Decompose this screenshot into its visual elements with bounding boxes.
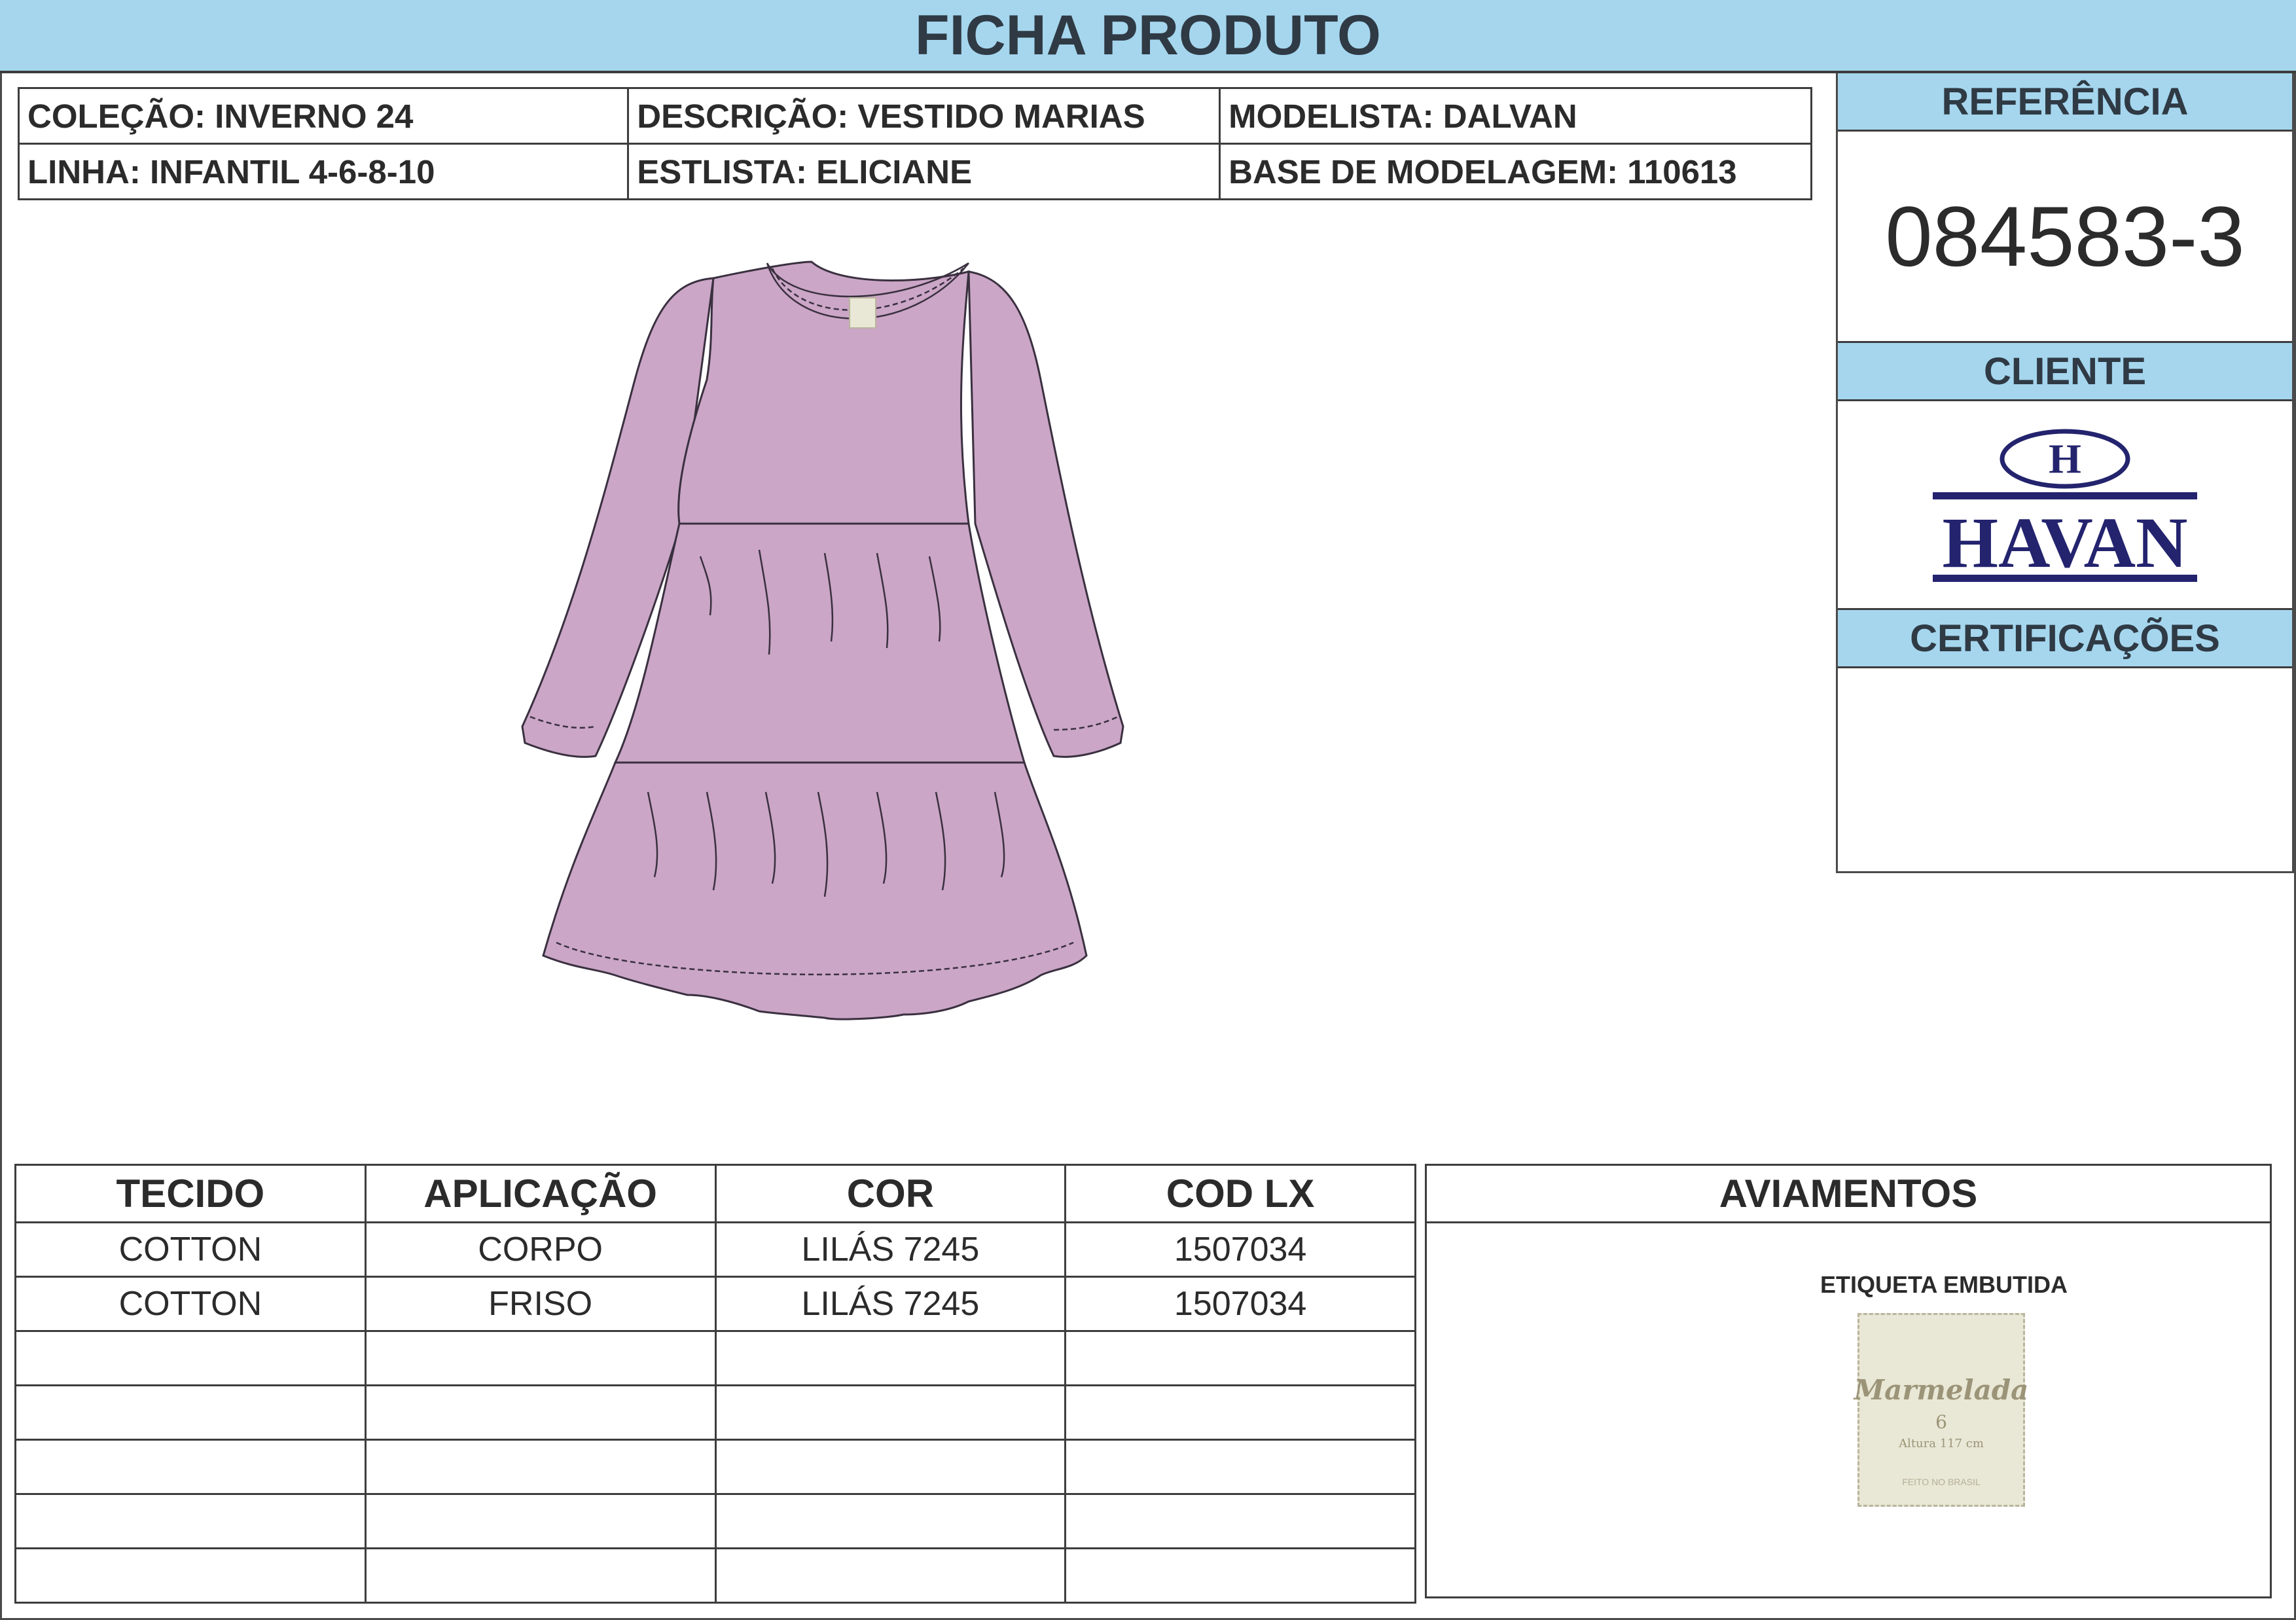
tecido-cell: COTTON [14, 1221, 367, 1278]
table-row [14, 1493, 1416, 1549]
descricao-cell: DESCRIÇÃO: VESTIDO MARIAS [627, 87, 1221, 145]
col-tecido: TECIDO [14, 1164, 367, 1223]
estilista-cell: ESTLISTA: ELICIANE [627, 143, 1221, 200]
cor-cell: LILÁS 7245 [714, 1221, 1067, 1278]
empty-cell [1064, 1439, 1416, 1495]
empty-cell [14, 1384, 367, 1441]
empty-cell [714, 1547, 1067, 1604]
empty-cell [714, 1330, 1067, 1386]
empty-cell [714, 1384, 1067, 1441]
aplicacao-cell: CORPO [364, 1221, 717, 1278]
empty-cell [14, 1330, 367, 1386]
fabric-table: TECIDO APLICAÇÃO COR COD LX COTTON CORPO… [14, 1164, 1416, 1604]
empty-cell [1064, 1547, 1416, 1604]
tag-height: Altura 117 cm [1899, 1437, 1984, 1450]
side-panel: REFERÊNCIA 084583-3 CLIENTE H HAVAN CERT… [1836, 73, 2294, 873]
page-title: FICHA PRODUTO [0, 0, 2296, 73]
aviamentos-header: AVIAMENTOS [1427, 1166, 2270, 1223]
tag-size: 6 [1935, 1411, 1947, 1433]
table-row: COTTON FRISO LILÁS 7245 1507034 [14, 1276, 1416, 1332]
tag-made-in: FEITO NO BRASIL [1902, 1477, 1981, 1487]
col-cod-lx: COD LX [1064, 1164, 1416, 1223]
empty-cell [364, 1547, 717, 1604]
certificacoes-body [1838, 668, 2292, 878]
base-modelagem-cell: BASE DE MODELAGEM: 110613 [1219, 143, 1812, 200]
referencia-value: 084583-3 [1885, 189, 2245, 284]
colecao-cell: COLEÇÃO: INVERNO 24 [17, 87, 630, 145]
empty-cell [14, 1439, 367, 1495]
empty-cell [364, 1493, 717, 1549]
cod-lx-cell: 1507034 [1064, 1276, 1416, 1332]
empty-cell [364, 1384, 717, 1441]
empty-cell [364, 1439, 717, 1495]
certificacoes-header: CERTIFICAÇÕES [1838, 608, 2292, 668]
empty-cell [1064, 1384, 1416, 1441]
table-row [14, 1384, 1416, 1441]
table-row [14, 1547, 1416, 1604]
client-logo: H HAVAN [1838, 401, 2292, 608]
col-aplicacao: APLICAÇÃO [364, 1164, 717, 1223]
fabric-table-header: TECIDO APLICAÇÃO COR COD LX [14, 1164, 1416, 1223]
aplicacao-cell: FRISO [364, 1276, 717, 1332]
empty-cell [714, 1493, 1067, 1549]
table-row [14, 1439, 1416, 1495]
info-table: COLEÇÃO: INVERNO 24 DESCRIÇÃO: VESTIDO M… [17, 87, 1812, 200]
cod-lx-cell: 1507034 [1064, 1221, 1416, 1278]
label-tag-icon [849, 297, 876, 329]
havan-logo-icon: H HAVAN [1933, 429, 2197, 583]
empty-cell [364, 1330, 717, 1386]
svg-text:HAVAN: HAVAN [1943, 503, 2188, 583]
referencia-header: REFERÊNCIA [1838, 73, 2292, 132]
cor-cell: LILÁS 7245 [714, 1276, 1067, 1332]
svg-text:H: H [2049, 435, 2081, 482]
empty-cell [14, 1547, 367, 1604]
dress-illustration-icon [521, 261, 1124, 1020]
etiqueta-label: ETIQUETA EMBUTIDA [1820, 1271, 2068, 1298]
empty-cell [1064, 1330, 1416, 1386]
modelista-cell: MODELISTA: DALVAN [1219, 87, 1812, 145]
empty-cell [714, 1439, 1067, 1495]
table-row: COTTON CORPO LILÁS 7245 1507034 [14, 1221, 1416, 1278]
table-row [14, 1330, 1416, 1386]
tag-brand: Marmelada [1854, 1374, 2029, 1406]
empty-cell [14, 1493, 367, 1549]
aviamentos-panel: AVIAMENTOS [1425, 1164, 2272, 1598]
tecido-cell: COTTON [14, 1276, 367, 1332]
cliente-header: CLIENTE [1838, 341, 2292, 401]
empty-cell [1064, 1493, 1416, 1549]
linha-cell: LINHA: INFANTIL 4-6-8-10 [17, 143, 630, 200]
col-cor: COR [714, 1164, 1067, 1223]
etiqueta-tag: Marmelada 6 Altura 117 cm FEITO NO BRASI… [1854, 1313, 2028, 1507]
